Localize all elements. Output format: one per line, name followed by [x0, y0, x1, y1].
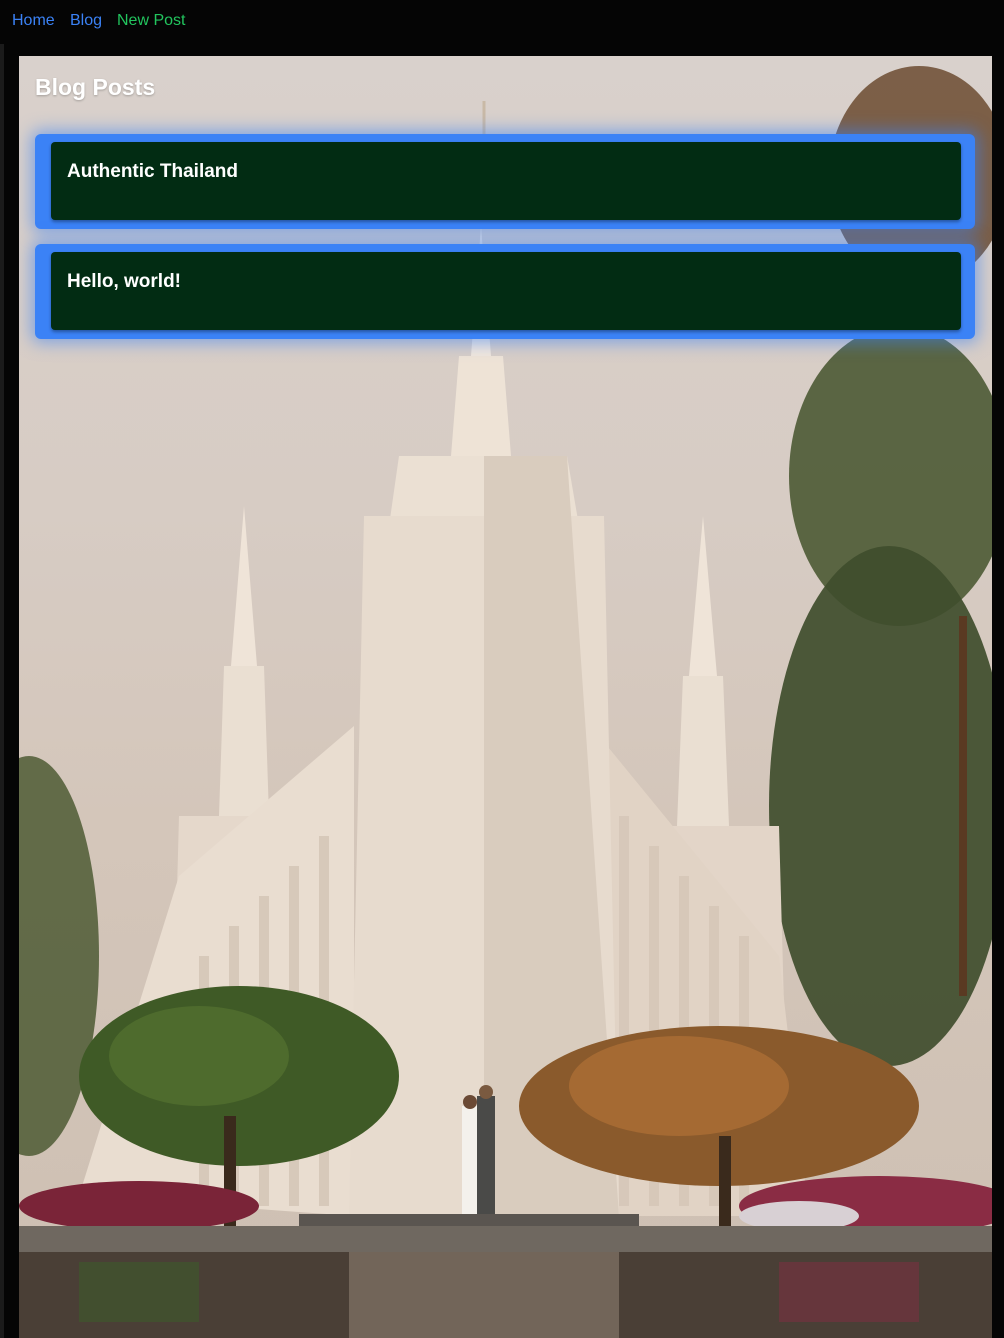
nav-link-home[interactable]: Home	[12, 12, 55, 30]
post-card[interactable]: Hello, world!	[51, 252, 961, 330]
post-item: Hello, world!	[35, 244, 975, 339]
post-item: Authentic Thailand	[35, 134, 975, 229]
window-border	[0, 0, 4, 1338]
post-title: Hello, world!	[67, 271, 181, 292]
blog-main: Blog Posts Authentic Thailand Hello, wor…	[19, 56, 992, 1338]
nav-link-blog[interactable]: Blog	[70, 12, 102, 30]
post-card[interactable]: Authentic Thailand	[51, 142, 961, 220]
top-navigation: Home Blog New Post	[0, 0, 1004, 44]
post-title: Authentic Thailand	[67, 161, 238, 182]
nav-link-new-post[interactable]: New Post	[117, 12, 185, 30]
page-title: Blog Posts	[35, 74, 156, 100]
